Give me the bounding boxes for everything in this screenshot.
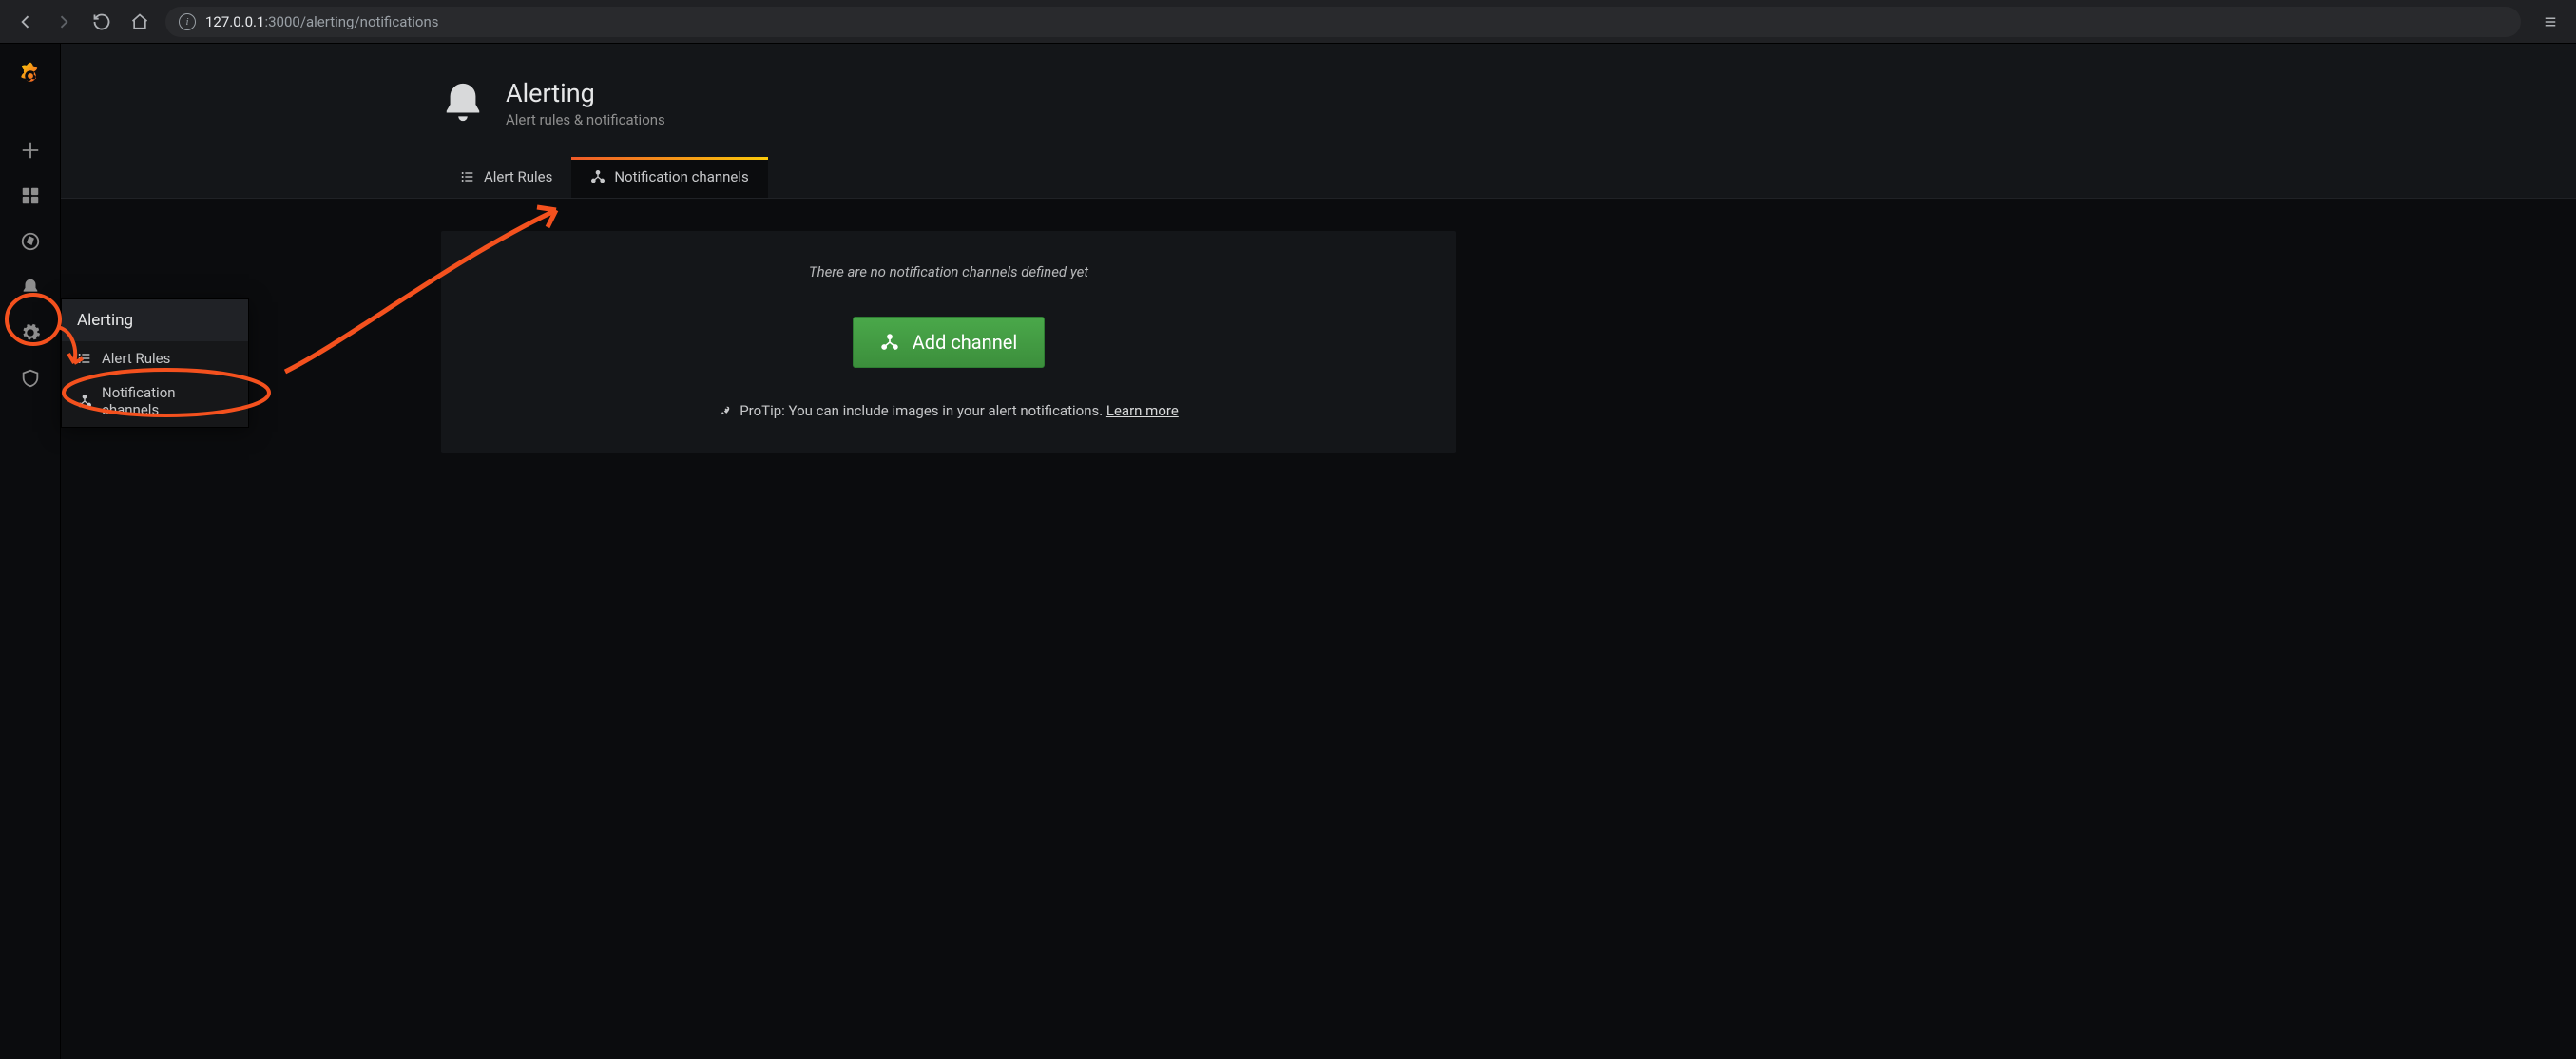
browser-reload-button[interactable] [86,6,118,38]
tab-label: Alert Rules [484,168,552,185]
browser-toolbar: i 127.0.0.1:3000/alerting/notifications [0,0,2576,44]
flyout-item-notification-channels[interactable]: Notification channels [62,375,248,427]
grafana-logo[interactable] [13,59,48,93]
bell-icon [20,277,41,298]
list-icon [77,351,92,366]
tab-notification-channels[interactable]: Notification channels [571,157,767,198]
shield-icon [20,368,41,389]
tab-alert-rules[interactable]: Alert Rules [441,157,571,198]
apps-icon [20,185,41,206]
plus-icon [20,140,41,161]
protip-learn-more-link[interactable]: Learn more [1106,402,1179,419]
browser-home-button[interactable] [124,6,156,38]
protip-row: ProTip: You can include images in your a… [470,402,1428,419]
empty-state-message: There are no notification channels defin… [470,263,1428,280]
browser-forward-button[interactable] [48,6,80,38]
flyout-item-label: Alert Rules [102,350,170,367]
page-subtitle: Alert rules & notifications [506,111,665,128]
compass-icon [20,231,41,252]
page-title: Alerting [506,78,665,108]
share-icon [590,169,606,184]
tab-label: Notification channels [614,168,748,185]
flyout-title: Alerting [62,299,248,341]
list-icon [460,169,475,184]
gear-icon [20,322,41,343]
sidenav-item-server-admin[interactable] [0,356,61,401]
browser-back-button[interactable] [10,6,42,38]
add-channel-button[interactable]: Add channel [853,317,1046,368]
sidenav-item-explore[interactable] [0,219,61,264]
add-channel-label: Add channel [913,331,1018,354]
sidenav-item-create[interactable] [0,127,61,173]
flyout-item-label: Notification channels [102,384,233,418]
browser-address-bar[interactable]: i 127.0.0.1:3000/alerting/notifications [165,7,2521,37]
site-info-icon[interactable]: i [179,13,196,30]
share-icon [77,394,92,409]
sidenav-item-alerting[interactable] [0,264,61,310]
browser-menu-button[interactable] [2534,6,2566,38]
app-root: Alerting Alert Rules Notification channe… [0,44,2576,1059]
page-header-bell-icon [441,80,485,127]
sidenav-flyout-alerting: Alerting Alert Rules Notification channe… [61,298,249,428]
empty-state-card: There are no notification channels defin… [441,231,1456,453]
flyout-item-alert-rules[interactable]: Alert Rules [62,341,248,375]
side-nav [0,44,61,1059]
sidenav-item-configuration[interactable] [0,310,61,356]
url-text: 127.0.0.1:3000/alerting/notifications [205,13,439,30]
page-content-area: Alerting Alert rules & notifications Ale… [61,44,2576,1059]
rocket-icon [719,404,732,417]
page-tabs: Alert Rules Notification channels [441,157,2576,198]
share-icon [880,333,899,352]
protip-text: ProTip: You can include images in your a… [740,402,1106,419]
page-header-area: Alerting Alert rules & notifications Ale… [61,44,2576,199]
sidenav-item-dashboards[interactable] [0,173,61,219]
